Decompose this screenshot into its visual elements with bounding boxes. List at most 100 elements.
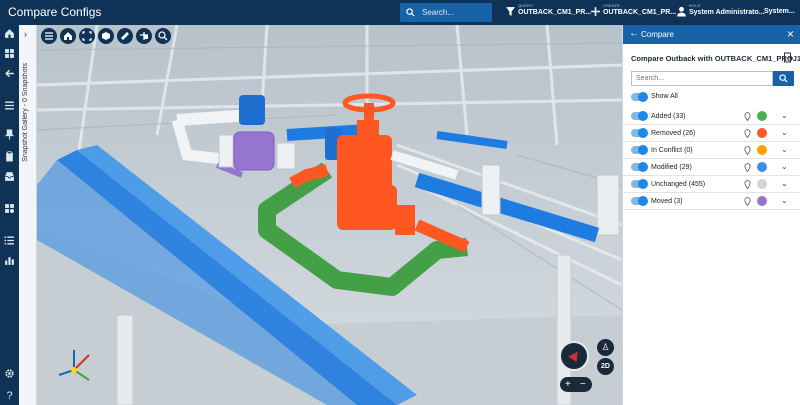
zoom-region-icon <box>158 31 168 41</box>
zoom-out-button[interactable]: − <box>580 378 586 391</box>
close-icon[interactable]: × <box>787 27 794 41</box>
filter-icon <box>506 7 515 16</box>
settings-icon[interactable] <box>4 368 15 379</box>
role-value: System Administrato... <box>689 9 765 16</box>
create-key: CREATE <box>603 3 621 8</box>
snapshot-gallery-tab[interactable]: › Snapshot Gallery - 0 Snapshots <box>19 25 37 405</box>
left-nav-rail: ? <box>0 25 19 405</box>
clipboard-icon[interactable] <box>4 151 15 162</box>
navigation-cube[interactable] <box>559 341 589 371</box>
viewer-toolbar <box>41 28 171 44</box>
walk-person-icon: ♙ <box>601 342 610 352</box>
category-toggle[interactable] <box>631 162 648 172</box>
category-label: Removed (26) <box>651 130 696 137</box>
location-pin-icon[interactable] <box>744 180 751 189</box>
chevron-down-icon[interactable]: ⌄ <box>781 196 788 205</box>
category-color-swatch[interactable] <box>757 196 767 206</box>
location-pin-icon[interactable] <box>744 197 751 206</box>
2d-view-button[interactable]: 2D <box>597 358 614 375</box>
arrow-left-icon[interactable] <box>4 68 15 79</box>
chevron-right-icon[interactable]: › <box>24 29 27 39</box>
location-pin-icon[interactable] <box>744 129 751 138</box>
query-key: QUERY <box>518 3 534 8</box>
create-value: OUTBACK_CM1_PR... <box>603 9 677 16</box>
location-pin-icon[interactable] <box>744 146 751 155</box>
chevron-down-icon[interactable]: ⌄ <box>781 111 788 120</box>
inbox-icon[interactable] <box>4 171 15 182</box>
category-color-swatch[interactable] <box>757 145 767 155</box>
compare-panel: ← Compare × Compare Outback with OUTBACK… <box>622 25 800 405</box>
plus-icon <box>591 7 600 16</box>
grid-icon[interactable] <box>4 203 15 214</box>
show-all-toggle[interactable] <box>631 92 648 102</box>
role-context[interactable]: ROLE System Administrato... <box>676 3 765 22</box>
search-icon <box>406 8 415 17</box>
category-row-moved[interactable]: Moved (3) ⌄ <box>623 193 800 210</box>
home-view-button[interactable] <box>60 28 76 44</box>
pin-icon[interactable] <box>4 129 15 140</box>
compare-title: Compare Outback with OUTBACK_CM1_PROJ1 <box>631 54 800 63</box>
category-row-removed[interactable]: Removed (26) ⌄ <box>623 125 800 142</box>
measure-button[interactable] <box>117 28 133 44</box>
system-menu[interactable]: System... <box>764 8 795 15</box>
compare-search-placeholder: Search... <box>636 75 665 82</box>
category-toggle[interactable] <box>631 196 648 206</box>
category-row-unchanged[interactable]: Unchanged (455) ⌄ <box>623 176 800 193</box>
list-alt-icon[interactable] <box>4 235 15 246</box>
category-row-modified[interactable]: Modified (29) ⌄ <box>623 159 800 176</box>
svg-text:?: ? <box>6 390 12 400</box>
category-label: Added (33) <box>651 113 686 120</box>
back-arrow-icon[interactable]: ← <box>629 29 639 39</box>
show-all-label: Show All <box>651 93 678 100</box>
category-label: Modified (29) <box>651 164 692 171</box>
chevron-down-icon[interactable]: ⌄ <box>781 145 788 154</box>
category-color-swatch[interactable] <box>757 111 767 121</box>
location-pin-icon[interactable] <box>744 163 751 172</box>
query-context[interactable]: QUERY OUTBACK_CM1_PR... <box>505 3 591 22</box>
category-toggle[interactable] <box>631 128 648 138</box>
category-color-swatch[interactable] <box>757 162 767 172</box>
category-color-swatch[interactable] <box>757 128 767 138</box>
category-label: Moved (3) <box>651 198 683 205</box>
category-toggle[interactable] <box>631 145 648 155</box>
model-viewport[interactable] <box>37 25 622 405</box>
home-icon[interactable] <box>4 28 15 39</box>
category-toggle[interactable] <box>631 111 648 121</box>
zoom-region-button[interactable] <box>155 28 171 44</box>
query-value: OUTBACK_CM1_PR... <box>518 9 592 16</box>
category-label: In Conflict (0) <box>651 147 693 154</box>
section-icon <box>140 32 148 40</box>
category-color-swatch[interactable] <box>757 179 767 189</box>
cube-view-button[interactable] <box>98 28 114 44</box>
menu-icon <box>45 32 53 40</box>
compare-search-button[interactable] <box>773 71 794 86</box>
role-key: ROLE <box>689 3 701 8</box>
create-context[interactable]: CREATE OUTBACK_CM1_PR... <box>590 3 676 22</box>
category-row-added[interactable]: Added (33) ⌄ <box>623 108 800 125</box>
measure-icon <box>121 32 129 40</box>
chevron-down-icon[interactable]: ⌄ <box>781 128 788 137</box>
chart-icon[interactable] <box>4 255 15 266</box>
section-button[interactable] <box>136 28 152 44</box>
list-icon[interactable] <box>4 100 15 111</box>
zoom-in-button[interactable]: + <box>565 378 571 391</box>
dashboard-icon[interactable] <box>4 48 15 59</box>
plant-model-render[interactable] <box>37 25 622 405</box>
global-search-input[interactable]: Search... <box>400 3 492 22</box>
zoom-control: + − <box>560 377 592 392</box>
snapshot-gallery-label: Snapshot Gallery - 0 Snapshots <box>22 63 29 162</box>
compare-search-input[interactable]: Search... <box>631 71 773 86</box>
menu-button[interactable] <box>41 28 57 44</box>
category-row-in-conflict[interactable]: In Conflict (0) ⌄ <box>623 142 800 159</box>
compare-panel-header: ← Compare × <box>623 25 800 44</box>
chevron-down-icon[interactable]: ⌄ <box>781 179 788 188</box>
export-report-icon[interactable] <box>783 52 794 64</box>
walk-mode-button[interactable]: ♙ <box>597 339 614 356</box>
category-toggle[interactable] <box>631 179 648 189</box>
fit-view-button[interactable] <box>79 28 95 44</box>
chevron-down-icon[interactable]: ⌄ <box>781 162 788 171</box>
location-pin-icon[interactable] <box>744 112 751 121</box>
help-icon[interactable]: ? <box>4 389 15 400</box>
top-bar: Compare Configs Search... QUERY OUTBACK_… <box>0 0 800 25</box>
cube-icon <box>102 32 110 40</box>
